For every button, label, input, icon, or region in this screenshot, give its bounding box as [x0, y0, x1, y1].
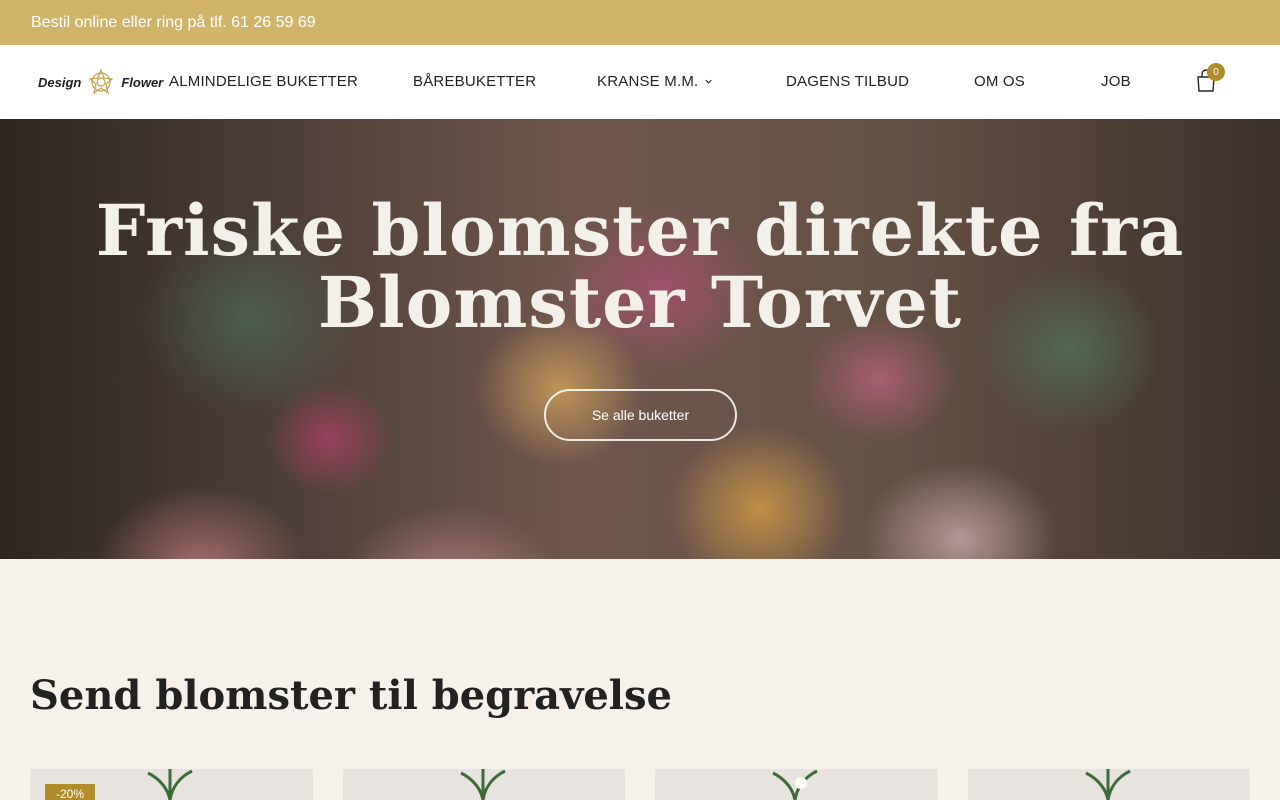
- nav-barebuketter[interactable]: BÅREBUKETTER: [413, 73, 536, 90]
- site-logo[interactable]: Design Flower: [38, 67, 163, 97]
- cart-count-badge: 0: [1207, 63, 1225, 81]
- discount-badge: -20%: [45, 784, 95, 800]
- hero-title: Friske blomster direkte fra Blomster Tor…: [95, 189, 1185, 344]
- nav-label: ALMINDELIGE BUKETTER: [169, 73, 359, 90]
- product-image: [772, 769, 818, 800]
- product-image: [1085, 769, 1131, 800]
- nav-om-os[interactable]: OM OS: [974, 73, 1025, 90]
- product-card[interactable]: [655, 769, 938, 800]
- chevron-down-icon: [705, 79, 712, 84]
- product-image: [147, 769, 193, 800]
- nav-job[interactable]: JOB: [1101, 73, 1131, 90]
- nav-label: OM OS: [974, 73, 1026, 90]
- logo-word-left: Design: [38, 74, 82, 90]
- section-title: Send blomster til begravelse: [30, 672, 672, 719]
- nav-label: KRANSE M.M.: [597, 73, 699, 90]
- announcement-bar: Bestil online eller ring på tlf. 61 26 5…: [0, 0, 1280, 45]
- nav-label: DAGENS TILBUD: [786, 73, 910, 90]
- nav-dagens-tilbud[interactable]: DAGENS TILBUD: [786, 73, 909, 90]
- flower-star-icon: [88, 68, 114, 95]
- product-card[interactable]: [343, 769, 625, 800]
- product-card[interactable]: [968, 769, 1250, 800]
- nav-kranse[interactable]: KRANSE M.M.: [597, 73, 713, 90]
- hero-banner: Friske blomster direkte fra Blomster Tor…: [0, 119, 1280, 559]
- see-all-bouquets-button[interactable]: Se alle buketter: [544, 389, 737, 441]
- logo-word-right: Flower: [121, 74, 164, 90]
- nav-label: BÅREBUKETTER: [413, 73, 537, 90]
- site-header: Design Flower ALMINDELIGE BUKETTER BÅREB…: [0, 45, 1280, 119]
- nav-almindelige-buketter[interactable]: ALMINDELIGE BUKETTER: [169, 73, 358, 90]
- announcement-text: Bestil online eller ring på tlf. 61 26 5…: [31, 13, 316, 31]
- nav-label: JOB: [1101, 73, 1131, 90]
- product-image: [460, 769, 506, 800]
